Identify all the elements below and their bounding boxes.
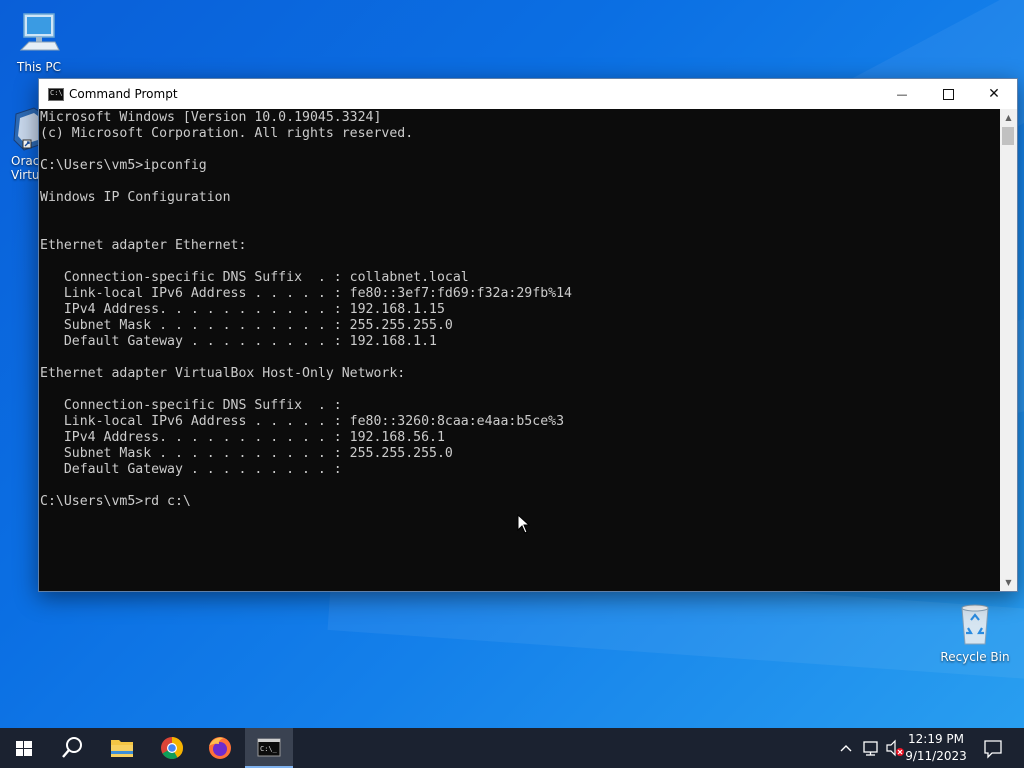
console-line: IPv4 Address. . . . . . . . . . . : 192.… <box>40 430 445 445</box>
this-pc-label: This PC <box>17 60 61 74</box>
scroll-up-arrow-icon[interactable]: ▲ <box>1000 109 1017 126</box>
console-line: C:\Users\vm5>rd c:\ <box>40 494 191 509</box>
network-icon <box>863 741 878 756</box>
console-line: Windows IP Configuration <box>40 190 231 205</box>
svg-text:C:\_: C:\_ <box>260 745 278 753</box>
close-icon: ✕ <box>988 86 1000 102</box>
mouse-pointer-icon <box>517 514 531 534</box>
search-icon <box>62 737 82 758</box>
folder-icon <box>111 740 133 757</box>
console-line: C:\Users\vm5>ipconfig <box>40 158 207 173</box>
console-line: Ethernet adapter VirtualBox Host-Only Ne… <box>40 366 406 381</box>
console-line: (c) Microsoft Corporation. All rights re… <box>40 126 414 141</box>
taskbar-chrome[interactable] <box>148 728 196 768</box>
close-button[interactable]: ✕ <box>971 79 1017 109</box>
recycle-bin-icon <box>951 600 999 648</box>
network-status-button[interactable] <box>860 728 882 768</box>
desktop-icon-this-pc[interactable]: This PC <box>1 10 77 74</box>
taskbar-command-prompt[interactable]: C:\_ <box>245 728 293 768</box>
minimize-icon: — <box>896 88 908 101</box>
windows-logo-icon <box>16 741 32 756</box>
start-button[interactable] <box>0 728 48 768</box>
computer-icon <box>15 10 63 58</box>
clock-date: 9/11/2023 <box>905 749 967 763</box>
console-line: Connection-specific DNS Suffix . : colla… <box>40 270 469 285</box>
window-titlebar[interactable]: C:\ Command Prompt — ✕ <box>39 79 1017 109</box>
console-line: Default Gateway . . . . . . . . . : 192.… <box>40 334 437 349</box>
cmd-app-icon: C:\ <box>48 88 64 101</box>
console-line: Subnet Mask . . . . . . . . . . . : 255.… <box>40 318 453 333</box>
firefox-icon <box>209 737 231 759</box>
minimize-button[interactable]: — <box>879 79 925 109</box>
taskbar-file-explorer[interactable] <box>98 728 146 768</box>
console-line: Link-local IPv6 Address . . . . . : fe80… <box>40 414 565 429</box>
desktop: This PC Oracl Virtua Recycle Bin C:\ Com… <box>0 0 1024 768</box>
maximize-icon <box>942 88 954 100</box>
taskbar-firefox[interactable] <box>196 728 244 768</box>
notification-icon <box>984 740 1002 759</box>
chrome-icon <box>161 737 183 759</box>
console-line: IPv4 Address. . . . . . . . . . . : 192.… <box>40 302 445 317</box>
console-line: Link-local IPv6 Address . . . . . : fe80… <box>40 286 572 301</box>
volume-button[interactable] <box>884 728 906 768</box>
notification-center-button[interactable] <box>978 728 1008 768</box>
scroll-thumb[interactable] <box>1002 127 1014 145</box>
volume-muted-icon <box>886 739 904 757</box>
console-line: Connection-specific DNS Suffix . : <box>40 398 342 413</box>
scroll-down-arrow-icon[interactable]: ▼ <box>1000 574 1017 591</box>
console-line: Subnet Mask . . . . . . . . . . . : 255.… <box>40 446 453 461</box>
command-prompt-icon: C:\_ <box>257 738 281 757</box>
desktop-icon-recycle-bin[interactable]: Recycle Bin <box>937 600 1013 664</box>
console-line: Ethernet adapter Ethernet: <box>40 238 247 253</box>
taskbar: C:\_ 12:19 PM 9/11/2023 <box>0 728 1024 768</box>
show-hidden-icons-button[interactable] <box>836 728 856 768</box>
console-line: Default Gateway . . . . . . . . . : <box>40 462 342 477</box>
vertical-scrollbar[interactable]: ▲ ▼ <box>1000 109 1017 591</box>
recycle-bin-label: Recycle Bin <box>940 650 1010 664</box>
chevron-up-icon <box>840 745 852 752</box>
console-line: Microsoft Windows [Version 10.0.19045.33… <box>40 110 382 125</box>
taskbar-clock[interactable]: 12:19 PM 9/11/2023 <box>904 731 968 765</box>
search-button[interactable] <box>48 728 96 768</box>
clock-time: 12:19 PM <box>908 732 964 746</box>
window-title: Command Prompt <box>69 87 178 101</box>
maximize-button[interactable] <box>925 79 971 109</box>
